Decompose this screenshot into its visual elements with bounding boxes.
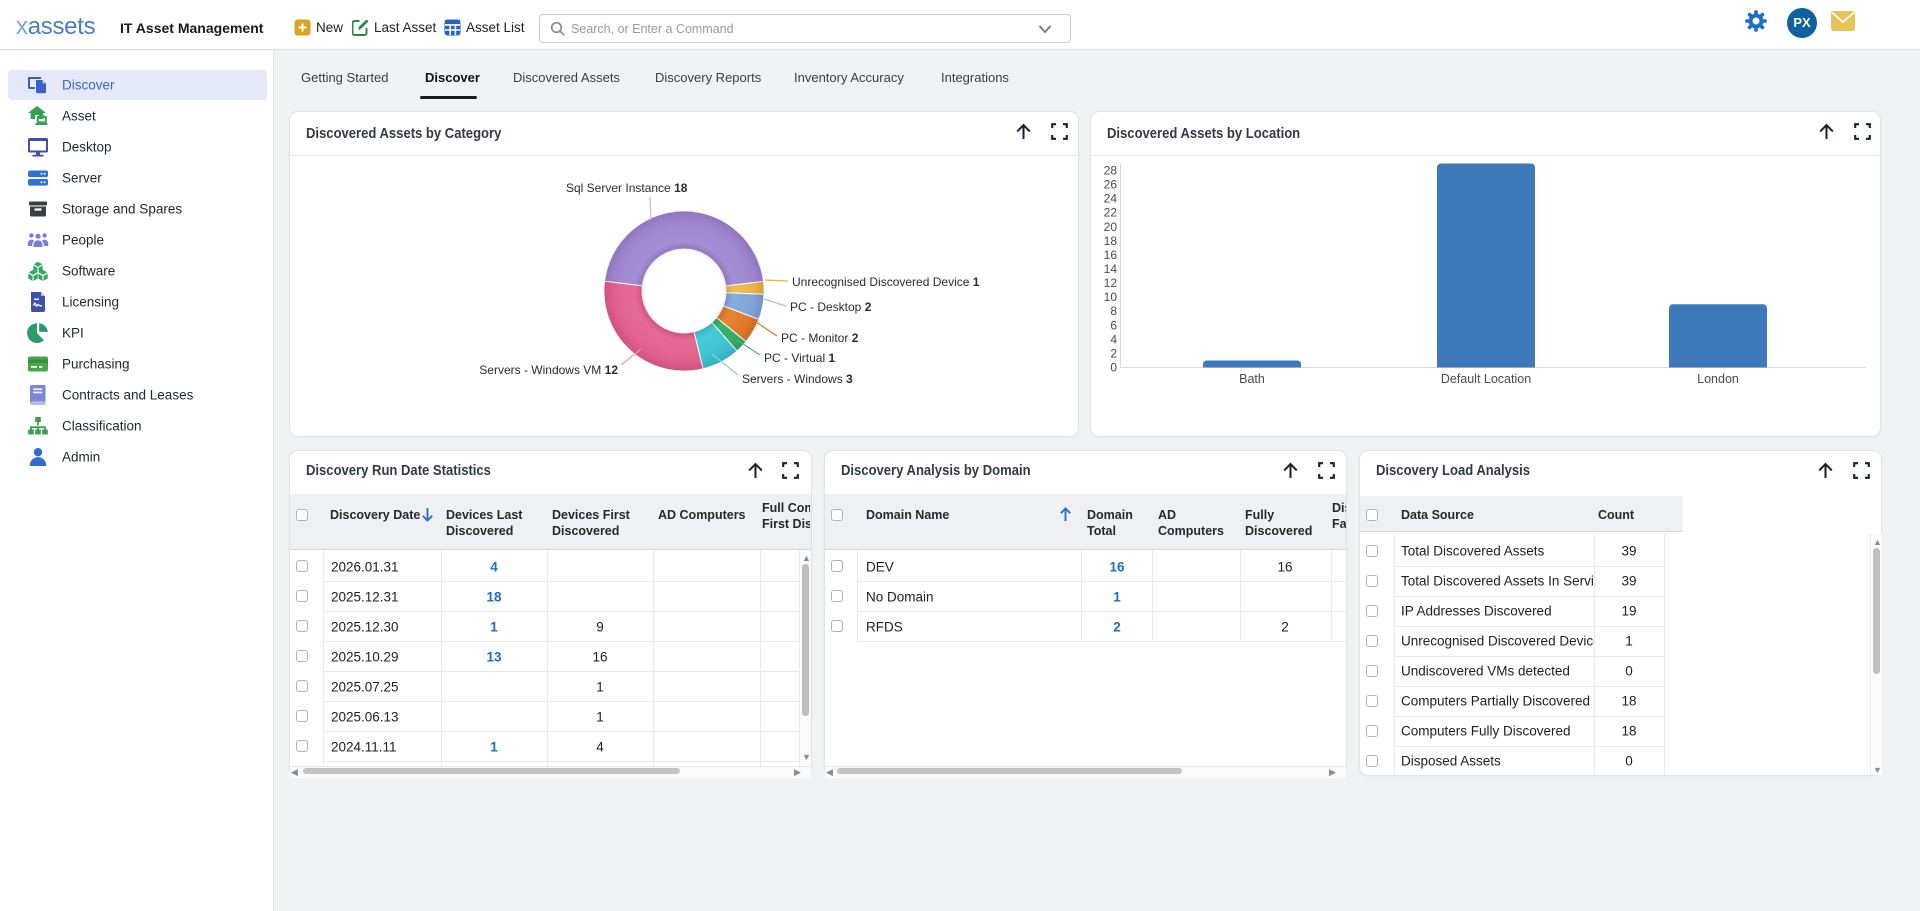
svg-text:28: 28 bbox=[1104, 164, 1118, 178]
svg-text:PC - Monitor 2: PC - Monitor 2 bbox=[781, 331, 859, 345]
svg-text:2: 2 bbox=[1110, 346, 1117, 360]
svg-text:14: 14 bbox=[1104, 262, 1118, 276]
svg-text:PC - Virtual 1: PC - Virtual 1 bbox=[764, 351, 835, 365]
svg-text:24: 24 bbox=[1104, 192, 1118, 206]
svg-text:4: 4 bbox=[1110, 332, 1117, 346]
svg-text:Servers - Windows 3: Servers - Windows 3 bbox=[742, 372, 853, 386]
svg-text:PC - Desktop 2: PC - Desktop 2 bbox=[790, 300, 872, 314]
svg-text:London: London bbox=[1697, 372, 1739, 386]
svg-text:16: 16 bbox=[1104, 248, 1118, 262]
svg-text:6: 6 bbox=[1110, 318, 1117, 332]
svg-text:18: 18 bbox=[1104, 234, 1118, 248]
svg-text:26: 26 bbox=[1104, 178, 1118, 192]
svg-text:Default Location: Default Location bbox=[1441, 372, 1531, 386]
svg-text:8: 8 bbox=[1110, 304, 1117, 318]
svg-text:Servers - Windows VM 12: Servers - Windows VM 12 bbox=[479, 363, 618, 377]
svg-text:20: 20 bbox=[1104, 220, 1118, 234]
svg-text:0: 0 bbox=[1110, 361, 1117, 375]
svg-text:Unrecognised Discovered Device: Unrecognised Discovered Device 1 bbox=[792, 275, 980, 289]
svg-text:Sql Server Instance 18: Sql Server Instance 18 bbox=[566, 181, 688, 195]
svg-text:22: 22 bbox=[1104, 206, 1118, 220]
svg-text:Bath: Bath bbox=[1239, 372, 1265, 386]
svg-text:10: 10 bbox=[1104, 290, 1118, 304]
svg-text:12: 12 bbox=[1104, 276, 1118, 290]
